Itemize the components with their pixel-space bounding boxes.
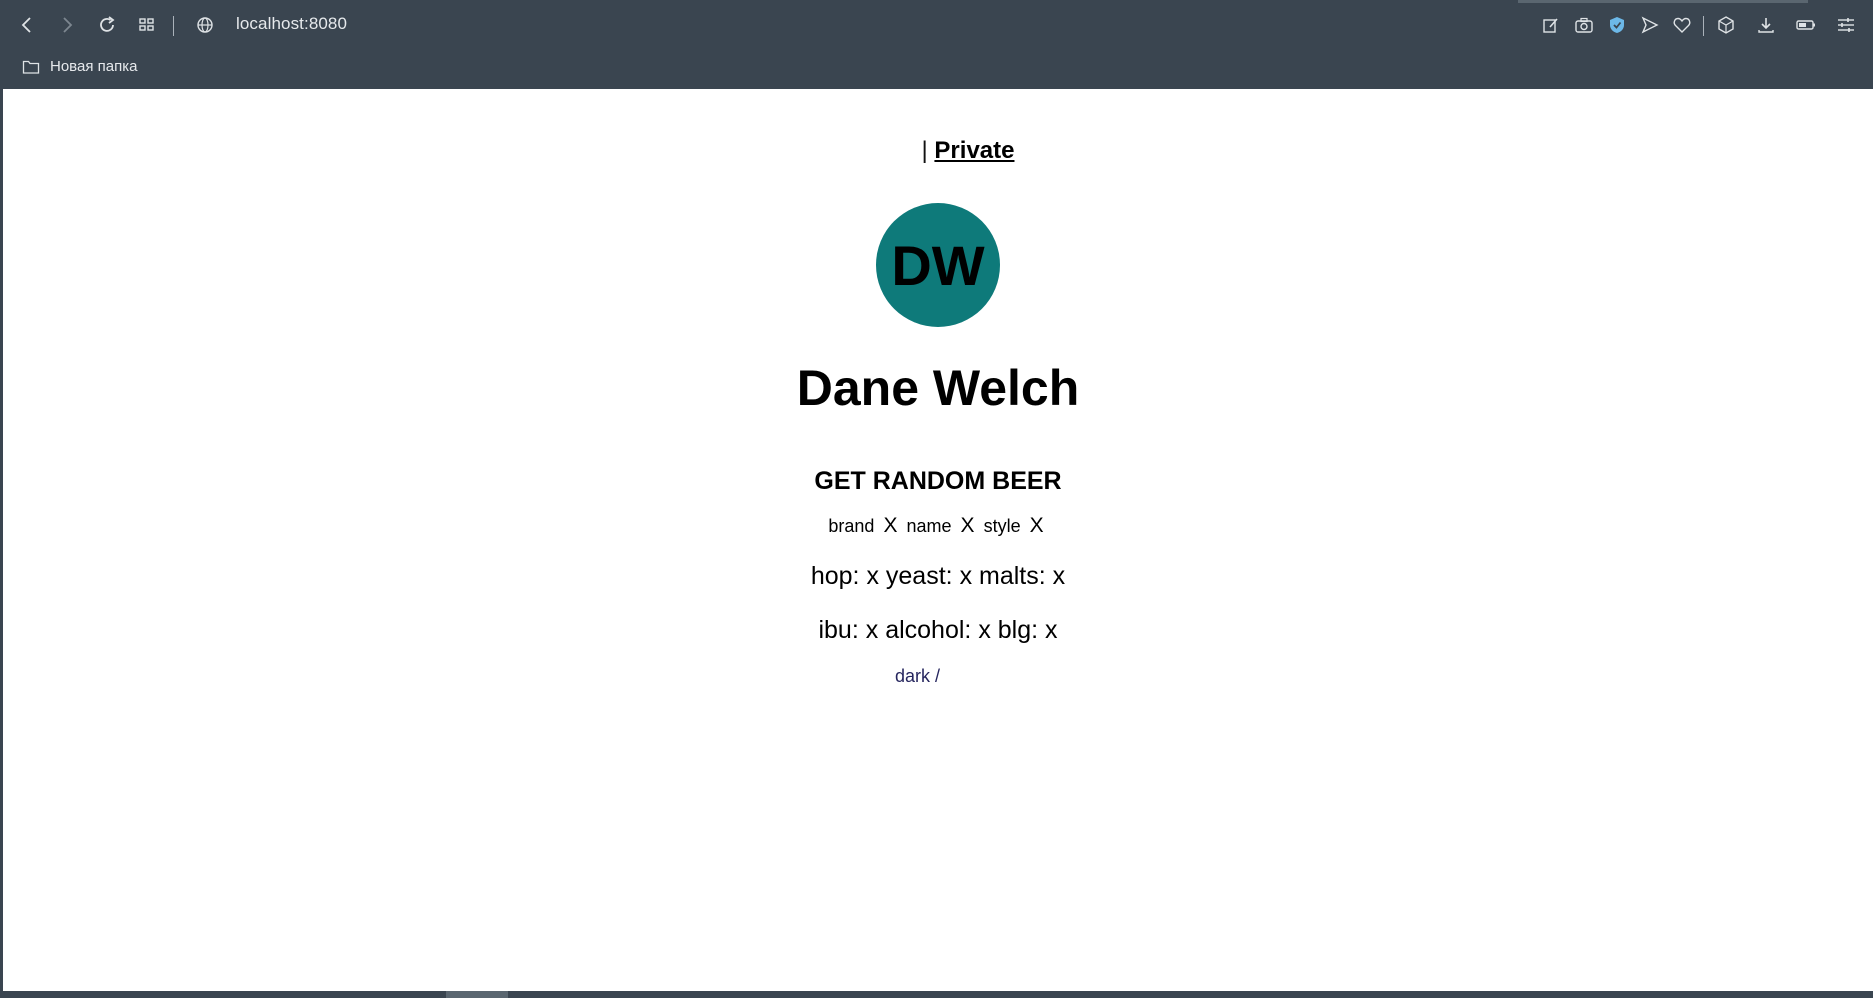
browser-chrome: localhost:8080 Новая папка	[0, 0, 1873, 88]
toolbar-separator	[173, 16, 174, 36]
ibu-value: x	[865, 616, 879, 644]
malts-value: x	[1052, 562, 1066, 590]
hop-label: hop:	[810, 562, 860, 590]
bookmark-folder[interactable]: Новая папка	[22, 58, 137, 75]
box-icon[interactable]	[1713, 12, 1739, 38]
theme-separator: /	[935, 666, 941, 686]
page-viewport: | Private DW Dane Welch GET RANDOM BEER …	[3, 89, 1873, 991]
top-nav: | Private	[3, 137, 1873, 165]
hop-value: x	[866, 562, 879, 590]
shield-icon[interactable]	[1604, 12, 1630, 38]
user-name: Dane Welch	[796, 360, 1080, 416]
toolbar-separator	[1703, 16, 1704, 36]
scrollbar-thumb[interactable]	[446, 991, 508, 998]
theme-dark-option[interactable]: dark	[895, 666, 930, 686]
settings-sliders-icon[interactable]	[1833, 12, 1859, 38]
avatar: DW	[876, 203, 1000, 327]
download-icon[interactable]	[1753, 12, 1779, 38]
camera-icon[interactable]	[1571, 12, 1597, 38]
browser-toolbar: localhost:8080	[0, 0, 1873, 50]
heart-icon[interactable]	[1669, 12, 1695, 38]
blg-label: blg:	[997, 616, 1039, 644]
edit-icon[interactable]	[1538, 12, 1564, 38]
blg-value: x	[1045, 616, 1058, 644]
get-random-beer-button[interactable]: GET RANDOM BEER	[3, 467, 1873, 496]
style-label: style	[983, 516, 1021, 536]
beer-identity-row: brand X name X style X	[3, 514, 1873, 538]
app-page: | Private DW Dane Welch GET RANDOM BEER …	[3, 89, 1873, 991]
globe-icon[interactable]	[192, 12, 218, 38]
theme-toggle[interactable]: dark /	[895, 666, 940, 687]
beer-stats-row: ibu: x alcohol: x blg: x	[3, 616, 1873, 645]
tabs-grid-icon[interactable]	[134, 12, 160, 38]
alcohol-label: alcohol:	[885, 616, 972, 644]
brand-label: brand	[828, 516, 875, 536]
folder-icon	[22, 60, 40, 74]
reload-icon[interactable]	[94, 12, 120, 38]
brand-value: X	[883, 514, 898, 537]
address-bar[interactable]: localhost:8080	[236, 14, 347, 34]
send-icon[interactable]	[1637, 12, 1663, 38]
ibu-label: ibu:	[818, 616, 859, 644]
back-icon[interactable]	[14, 12, 40, 38]
bookmarks-bar: Новая папка	[0, 50, 1873, 88]
yeast-label: yeast:	[885, 562, 953, 590]
yeast-value: x	[959, 562, 973, 590]
bookmark-folder-label: Новая папка	[50, 58, 138, 75]
avatar-initials: DW	[891, 233, 985, 297]
style-value: X	[1029, 514, 1044, 537]
forward-icon[interactable]	[54, 12, 80, 38]
malts-label: malts:	[979, 562, 1046, 590]
name-label: name	[906, 516, 952, 536]
nav-separator: |	[921, 137, 928, 164]
name-value: X	[960, 514, 975, 537]
alcohol-value: x	[978, 616, 991, 644]
bottom-scrollbar[interactable]	[0, 991, 1873, 998]
battery-icon[interactable]	[1793, 12, 1819, 38]
private-link[interactable]: Private	[934, 137, 1014, 164]
beer-ingredients-row: hop: x yeast: x malts: x	[3, 562, 1873, 591]
